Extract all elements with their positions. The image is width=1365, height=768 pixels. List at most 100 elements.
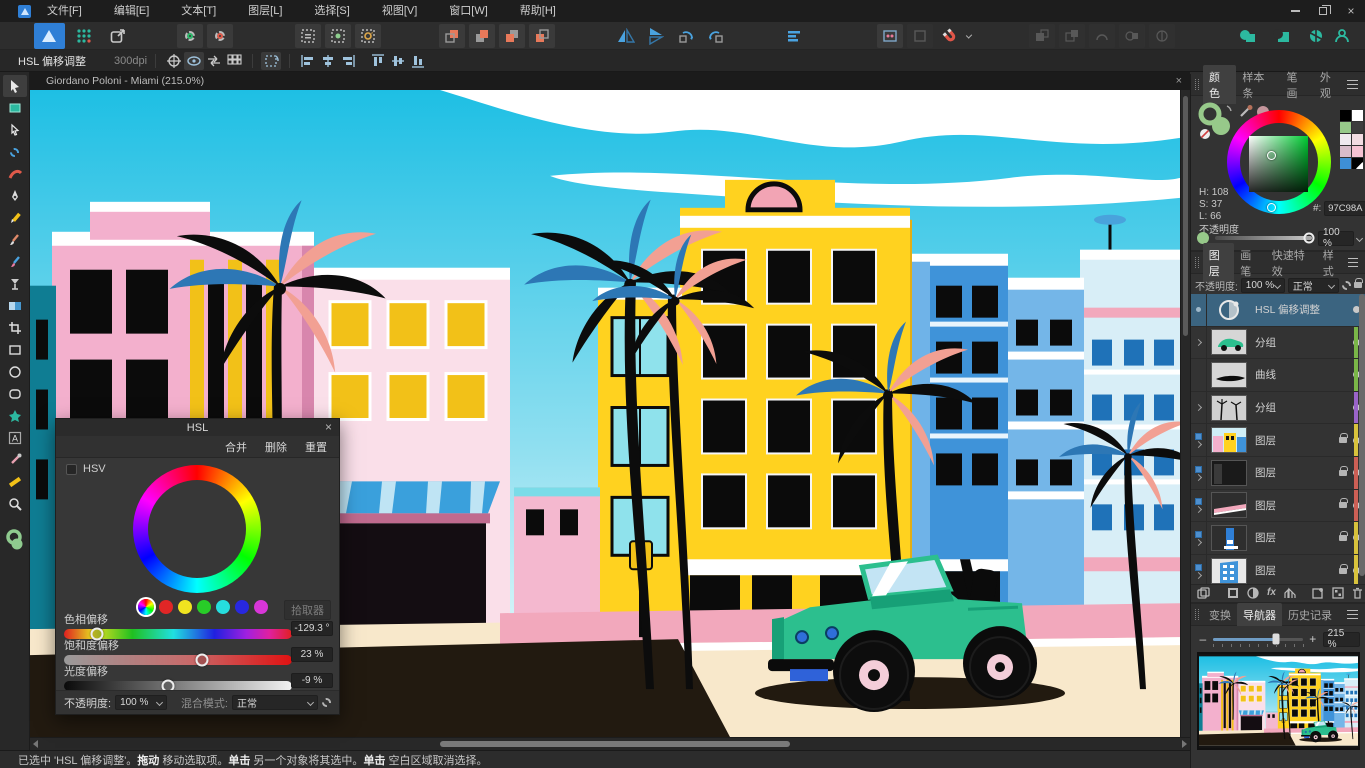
layer-lock-icon[interactable] [1339,470,1347,476]
expand-chevron-icon[interactable] [1195,539,1202,546]
layer-lock-icon[interactable] [1339,535,1347,541]
square-marker[interactable] [1267,151,1276,160]
menu-edit[interactable]: 编辑[E] [98,0,165,22]
flip-horizontal-icon[interactable] [613,24,639,48]
horizontal-scroll-thumb[interactable] [440,741,790,747]
show-grid-icon[interactable] [224,52,244,70]
scroll-left-icon[interactable] [33,740,38,748]
hue-ring-marker[interactable] [1267,203,1276,212]
snap-rotate-icon[interactable] [355,24,381,48]
panel-grip-icon[interactable] [1195,79,1199,90]
swatch[interactable] [1340,122,1351,133]
align-left-icon[interactable] [298,52,318,70]
layer-lock-icon[interactable] [1339,568,1347,574]
corner-tool[interactable] [3,141,27,163]
rounded-rectangle-tool[interactable] [3,383,27,405]
hsl-blend-dropdown[interactable]: 正常 [232,695,318,710]
fill-tool[interactable] [3,273,27,295]
align-top-icon[interactable] [368,52,388,70]
swatch[interactable] [1340,158,1351,169]
panel-grip-icon[interactable] [1195,257,1199,268]
layers-blend-dropdown[interactable]: 正常 [1288,278,1339,293]
luminosity-shift-value[interactable]: -9 % [291,673,333,688]
layers-gear-icon[interactable] [1342,281,1351,290]
color-picker-tool[interactable] [3,449,27,471]
expand-chevron-icon[interactable] [1195,474,1202,481]
fill-stroke-wells[interactable] [3,529,27,551]
hsl-reset-button[interactable]: 重置 [305,439,327,455]
menu-select[interactable]: 选择[S] [298,0,365,22]
pen-tool[interactable] [3,185,27,207]
vertical-scrollbar[interactable] [1180,90,1190,737]
panel-grip-icon[interactable] [1195,609,1199,620]
hsl-merge-button[interactable]: 合并 [225,439,247,455]
hide-selection-icon[interactable] [184,52,204,70]
swatch[interactable] [1352,122,1363,133]
swatch[interactable] [1352,134,1363,145]
menu-layer[interactable]: 图层[L] [232,0,298,22]
color-opacity-chevron-icon[interactable] [1356,234,1363,241]
paint-brush-tool[interactable] [3,229,27,251]
cycle-selection-icon[interactable] [204,52,224,70]
edit-all-layers-icon[interactable] [1197,587,1211,599]
layers-scrollbar-thumb[interactable] [1359,294,1365,576]
swatch[interactable] [1352,110,1363,121]
color-opacity-handle[interactable] [1304,233,1315,244]
preferences-gear-icon[interactable] [177,24,203,48]
menu-help[interactable]: 帮助[H] [504,0,572,22]
boolean-divide-icon[interactable] [1303,24,1329,48]
live-filter-icon[interactable] [1284,587,1296,599]
hsl-adjustment-dialog[interactable]: HSL × 合并 删除 重置 HSV 拾取器 色相偏移 -129.3 ° 饱和度… [55,418,340,715]
swatch[interactable] [1352,146,1363,157]
crop-tool[interactable] [3,317,27,339]
layer-row[interactable]: HSL 偏移调整 [1191,294,1365,327]
panel-menu-icon[interactable] [1348,262,1358,264]
hsl-color-wheel[interactable] [133,465,261,593]
layers-lock-icon[interactable] [1354,282,1362,288]
navigator-thumbnail[interactable] [1197,652,1360,750]
expand-chevron-icon[interactable] [1195,404,1202,411]
new-layer-icon[interactable] [1312,587,1324,599]
expand-chevron-icon[interactable] [1195,441,1202,448]
swatch[interactable] [1340,134,1351,145]
hue-shift-value[interactable]: -129.3 ° [291,621,333,636]
layer-row[interactable]: 分组 [1191,327,1365,360]
expand-chevron-icon[interactable] [1195,339,1202,346]
arrange-back-icon[interactable] [529,24,555,48]
text-tool[interactable]: A [3,427,27,449]
zoom-in-button[interactable]: + [1307,632,1319,646]
pixel-persona-icon[interactable] [71,24,97,48]
panel-menu-icon[interactable] [1347,614,1358,616]
contour-tool[interactable] [3,163,27,185]
node-tool[interactable] [3,119,27,141]
layer-lock-icon[interactable] [1339,437,1347,443]
adjustment-layer-icon[interactable] [1247,587,1259,599]
saturation-shift-value[interactable]: 23 % [291,647,333,662]
layers-opacity-dropdown[interactable]: 100 % [1241,278,1285,293]
align-right-icon[interactable] [338,52,358,70]
scroll-right-icon[interactable] [1182,740,1187,748]
swatch[interactable] [1340,146,1351,157]
layer-lock-icon[interactable] [1339,502,1347,508]
align-center-icon[interactable] [318,52,338,70]
transparency-tool[interactable] [3,295,27,317]
menu-file[interactable]: 文件[F] [31,0,98,22]
layer-row[interactable]: 图层 [1191,490,1365,523]
artboard-tool[interactable] [3,97,27,119]
layer-row[interactable]: 图层 [1191,424,1365,457]
arrange-forward-icon[interactable] [469,24,495,48]
align-bottom-icon[interactable] [408,52,428,70]
tab-fx[interactable]: 快速特效 [1266,243,1317,282]
close-button[interactable]: × [1337,0,1365,22]
pencil-tool[interactable] [3,207,27,229]
arrange-backward-icon[interactable] [499,24,525,48]
hsl-delete-button[interactable]: 删除 [265,439,287,455]
rotate-cw-icon[interactable] [703,24,729,48]
flip-vertical-icon[interactable] [643,24,669,48]
magnet-snapping-icon[interactable] [937,24,963,48]
magnet-options-chevron-icon[interactable] [966,32,972,38]
tab-layers[interactable]: 图层 [1203,243,1235,282]
layer-row[interactable]: 图层 [1191,457,1365,490]
horizontal-scrollbar[interactable] [30,737,1190,750]
panel-menu-icon[interactable] [1347,84,1358,86]
